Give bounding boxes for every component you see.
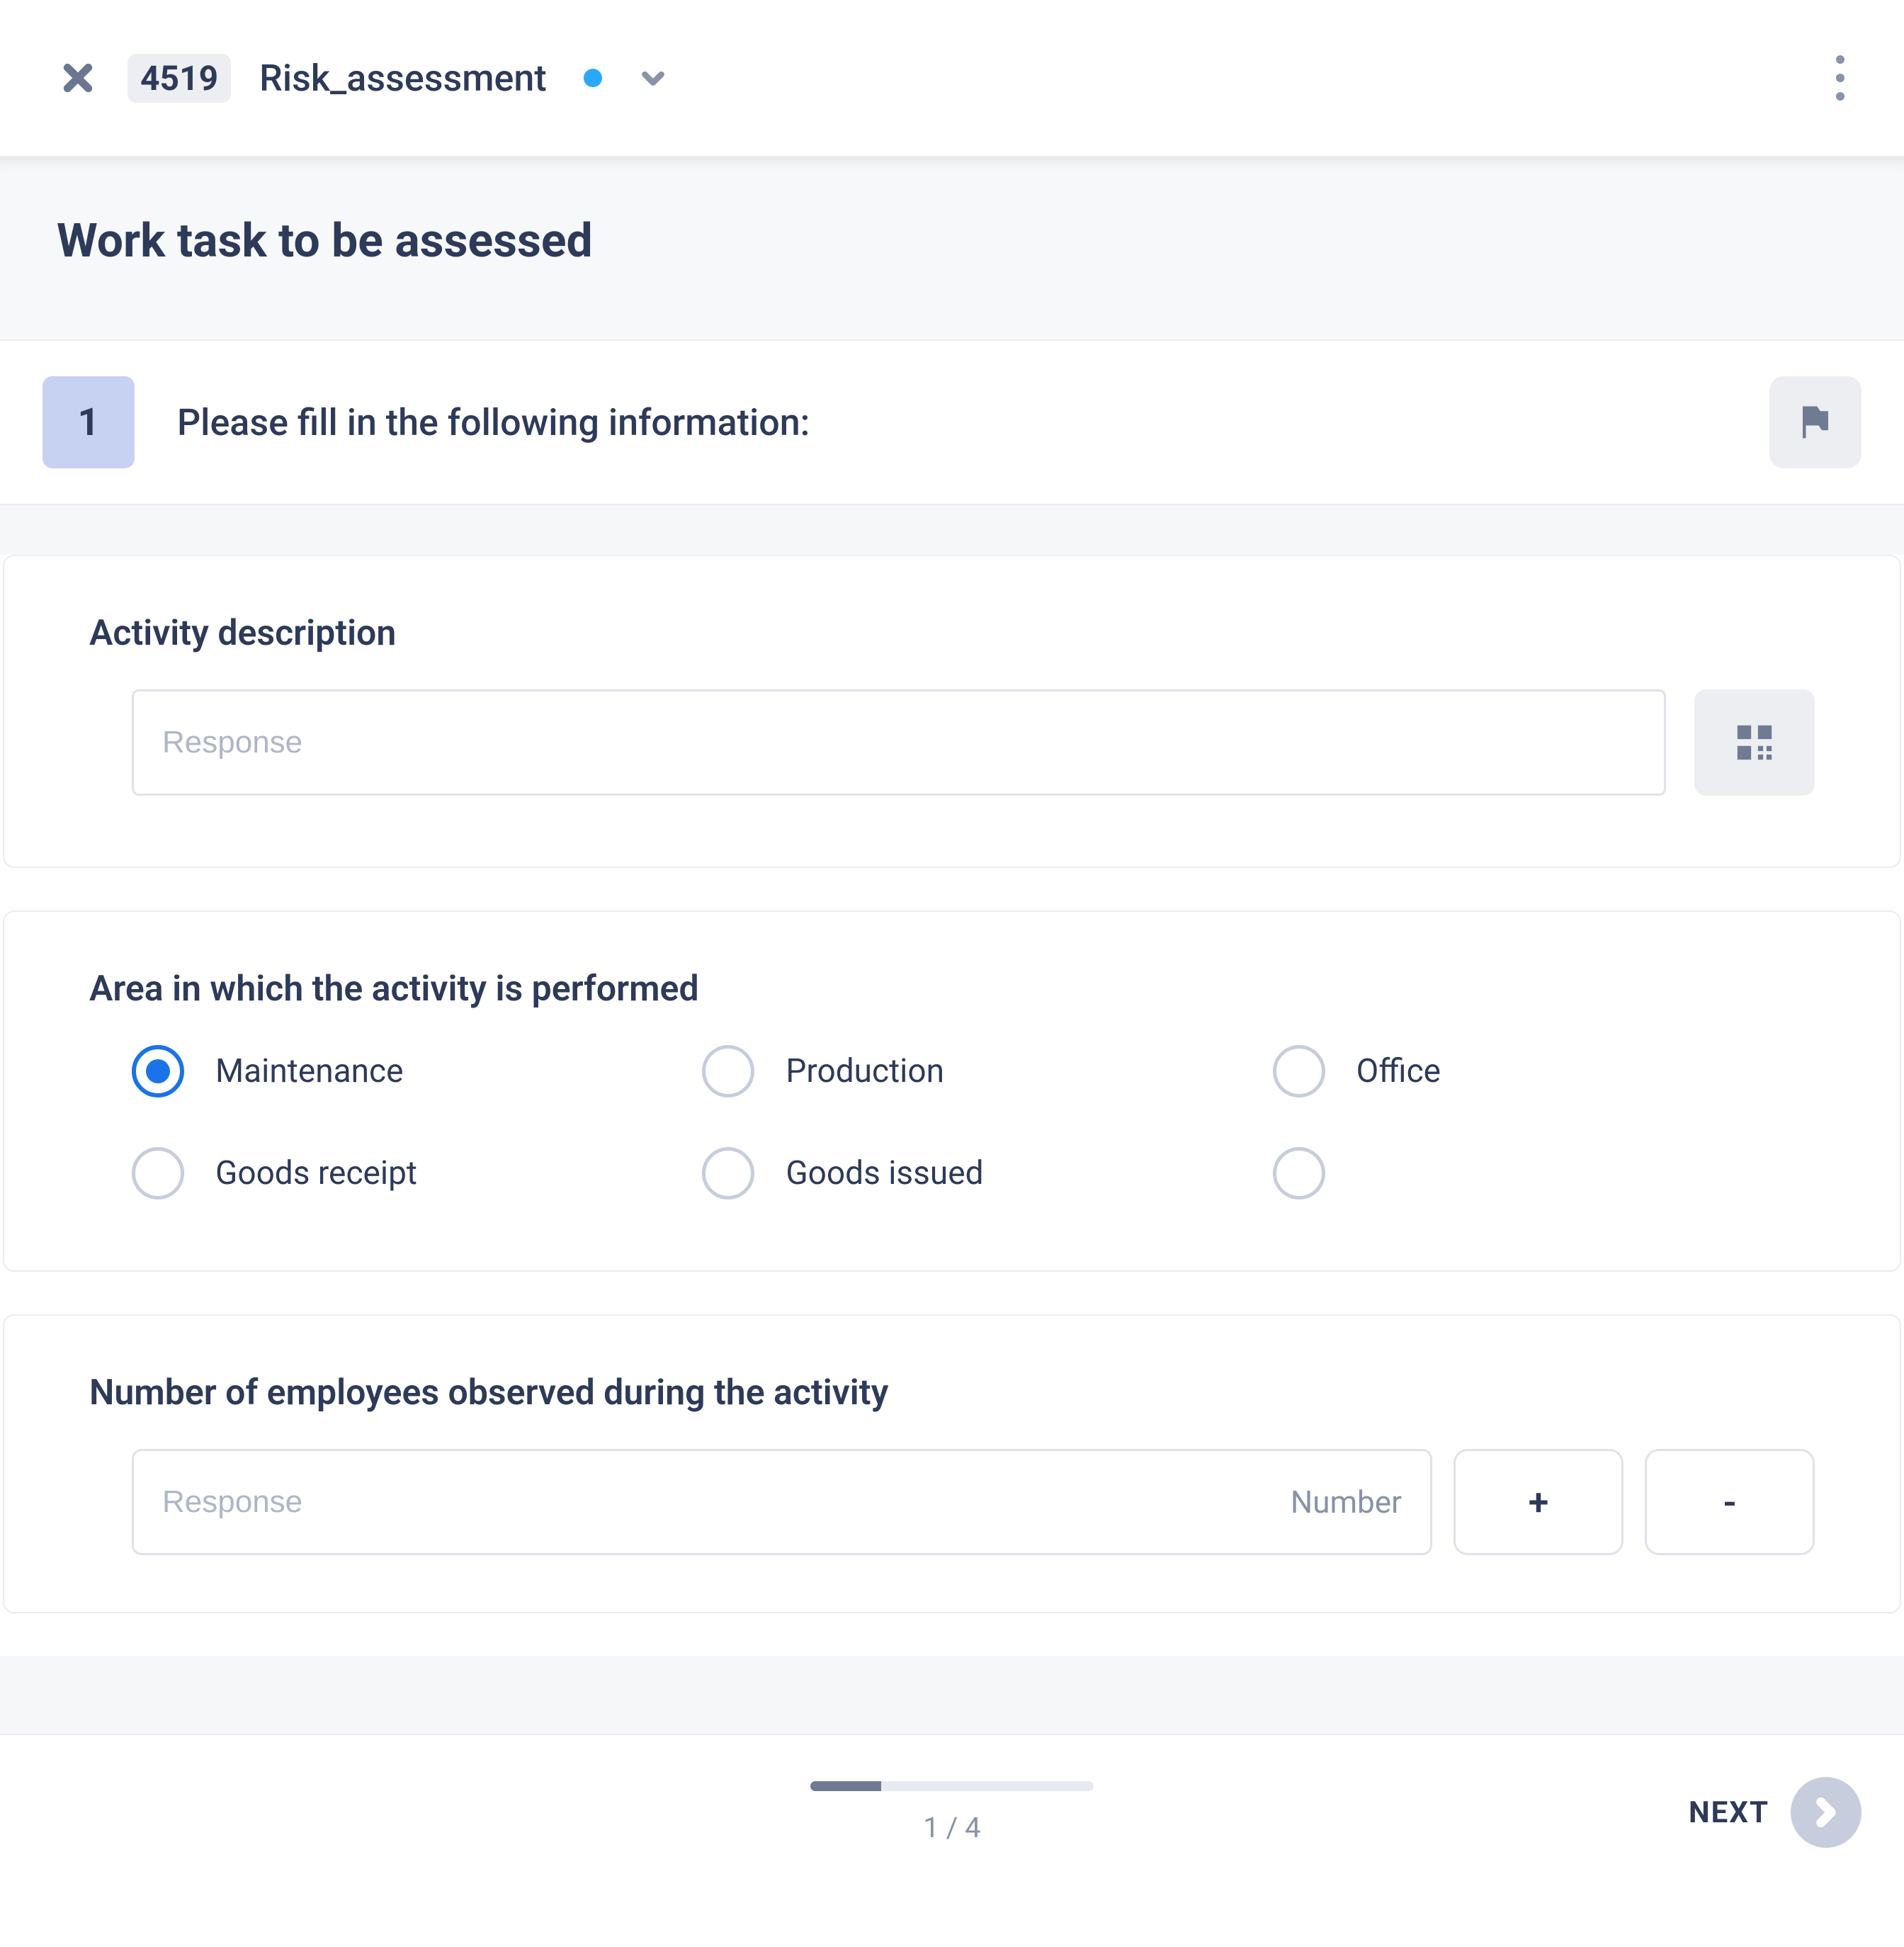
flag-button[interactable] bbox=[1769, 376, 1862, 468]
radio-label: Goods receipt bbox=[215, 1154, 417, 1192]
employees-card: Number of employees observed during the … bbox=[3, 1314, 1901, 1613]
radio-label: Maintenance bbox=[215, 1052, 404, 1090]
employees-input-wrap[interactable]: Number bbox=[132, 1449, 1432, 1555]
area-radio-group: Maintenance Production Office Goods receipt… bbox=[132, 1045, 1815, 1200]
radio-icon bbox=[132, 1045, 184, 1097]
area-radio-option[interactable]: Production bbox=[702, 1045, 1244, 1097]
radio-icon bbox=[1273, 1147, 1325, 1200]
next-label: NEXT bbox=[1689, 1795, 1769, 1830]
area-radio-option[interactable]: Maintenance bbox=[132, 1045, 674, 1097]
radio-label: Production bbox=[786, 1052, 944, 1090]
section-heading: Work task to be assessed bbox=[57, 214, 1847, 269]
question-header: 1 Please fill in the following informati… bbox=[0, 339, 1904, 505]
activity-description-card: Activity description bbox=[3, 555, 1901, 868]
area-radio-option[interactable]: Office bbox=[1273, 1045, 1815, 1097]
more-menu-button[interactable] bbox=[1819, 43, 1862, 113]
progress-bar bbox=[810, 1781, 1094, 1791]
qr-code-icon bbox=[1734, 722, 1775, 763]
radio-icon bbox=[1273, 1045, 1325, 1097]
activity-description-input[interactable] bbox=[132, 689, 1666, 796]
radio-icon bbox=[132, 1147, 184, 1200]
employees-hint: Number bbox=[1291, 1484, 1402, 1520]
chevron-down-icon bbox=[639, 64, 667, 92]
area-radio-option[interactable]: Goods issued bbox=[702, 1147, 1244, 1200]
area-radio-option[interactable] bbox=[1273, 1147, 1815, 1200]
record-id-badge: 4519 bbox=[128, 54, 231, 103]
decrement-button[interactable]: - bbox=[1645, 1449, 1815, 1555]
progress-text: 1 / 4 bbox=[810, 1811, 1094, 1844]
employees-input[interactable] bbox=[162, 1451, 1291, 1553]
question-prompt: Please fill in the following information… bbox=[177, 401, 810, 444]
area-radio-option[interactable]: Goods receipt bbox=[132, 1147, 674, 1200]
area-label: Area in which the activity is performed bbox=[89, 969, 1815, 1010]
header-bar: 4519 Risk_assessment bbox=[0, 0, 1904, 157]
chevron-right-icon bbox=[1810, 1797, 1842, 1828]
next-button[interactable]: NEXT bbox=[1689, 1777, 1862, 1848]
radio-label: Goods issued bbox=[786, 1154, 983, 1192]
increment-button[interactable]: + bbox=[1454, 1449, 1624, 1555]
progress-fill bbox=[810, 1781, 881, 1791]
radio-label: Office bbox=[1356, 1052, 1441, 1090]
radio-icon bbox=[702, 1147, 754, 1200]
next-circle bbox=[1791, 1777, 1862, 1848]
employees-label: Number of employees observed during the … bbox=[89, 1372, 1815, 1413]
more-vertical-icon bbox=[1832, 50, 1849, 106]
radio-icon bbox=[702, 1045, 754, 1097]
qr-scan-button[interactable] bbox=[1694, 689, 1815, 796]
status-dot-icon bbox=[584, 69, 602, 87]
section-heading-wrap: Work task to be assessed bbox=[0, 157, 1904, 339]
activity-description-label: Activity description bbox=[89, 613, 1815, 654]
record-title: Risk_assessment bbox=[259, 57, 547, 100]
close-button[interactable] bbox=[57, 57, 99, 99]
title-dropdown-toggle[interactable] bbox=[638, 62, 669, 94]
footer-bar: 1 / 4 NEXT bbox=[0, 1734, 1904, 1890]
area-card: Area in which the activity is performed … bbox=[3, 910, 1901, 1272]
close-icon bbox=[62, 62, 94, 94]
question-number-badge: 1 bbox=[42, 376, 135, 468]
flag-icon bbox=[1796, 403, 1835, 441]
